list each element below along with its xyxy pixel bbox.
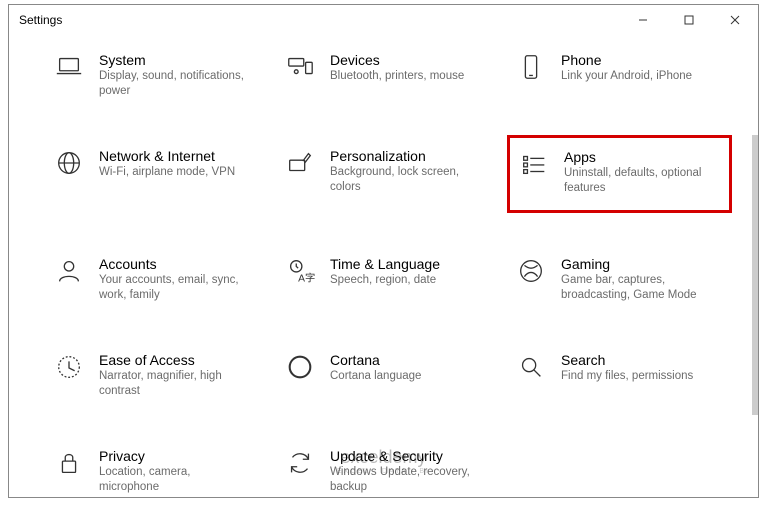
tile-network[interactable]: Network & Internet Wi-Fi, airplane mode,…	[45, 141, 260, 213]
tile-title: Privacy	[99, 447, 252, 465]
tile-title: Network & Internet	[99, 147, 235, 165]
tile-apps[interactable]: Apps Uninstall, defaults, optional featu…	[507, 135, 732, 213]
tile-desc: Windows Update, recovery, backup	[330, 465, 483, 495]
tile-accounts[interactable]: Accounts Your accounts, email, sync, wor…	[45, 249, 260, 309]
empty-cell	[507, 441, 732, 497]
tile-desc: Speech, region, date	[330, 273, 440, 288]
tile-title: Ease of Access	[99, 351, 252, 369]
maximize-button[interactable]	[666, 5, 712, 35]
tile-search[interactable]: Search Find my files, permissions	[507, 345, 722, 405]
person-icon	[53, 255, 85, 287]
tile-desc: Display, sound, notifications, power	[99, 69, 252, 99]
tile-personalization[interactable]: Personalization Background, lock screen,…	[276, 141, 491, 213]
list-icon	[518, 148, 550, 180]
tile-cortana[interactable]: Cortana Cortana language	[276, 345, 491, 405]
cortana-icon	[284, 351, 316, 383]
paint-icon	[284, 147, 316, 179]
tile-desc: Wi-Fi, airplane mode, VPN	[99, 165, 235, 180]
ease-of-access-icon	[53, 351, 85, 383]
tile-desc: Find my files, permissions	[561, 369, 693, 384]
tile-desc: Bluetooth, printers, mouse	[330, 69, 464, 84]
tile-privacy[interactable]: Privacy Location, camera, microphone	[45, 441, 260, 497]
tile-title: Cortana	[330, 351, 421, 369]
tile-title: Search	[561, 351, 693, 369]
tile-desc: Location, camera, microphone	[99, 465, 252, 495]
window-title: Settings	[19, 13, 62, 27]
tile-title: Devices	[330, 51, 464, 69]
tile-desc: Game bar, captures, broadcasting, Game M…	[561, 273, 714, 303]
tile-title: Accounts	[99, 255, 252, 273]
tile-gaming[interactable]: Gaming Game bar, captures, broadcasting,…	[507, 249, 722, 309]
time-language-icon: A字	[284, 255, 316, 287]
tile-phone[interactable]: Phone Link your Android, iPhone	[507, 45, 722, 105]
settings-content: System Display, sound, notifications, po…	[9, 35, 758, 497]
tile-update[interactable]: Update & Security Windows Update, recove…	[276, 441, 491, 497]
settings-grid: System Display, sound, notifications, po…	[45, 45, 728, 497]
search-icon	[515, 351, 547, 383]
xbox-icon	[515, 255, 547, 287]
tile-ease[interactable]: Ease of Access Narrator, magnifier, high…	[45, 345, 260, 405]
settings-window: Settings System Display, sound, notifica…	[8, 4, 759, 498]
svg-text:A字: A字	[298, 271, 315, 284]
tile-title: Apps	[564, 148, 719, 166]
tile-desc: Uninstall, defaults, optional features	[564, 166, 719, 196]
tile-time[interactable]: A字 Time & Language Speech, region, date	[276, 249, 491, 309]
tile-title: Gaming	[561, 255, 714, 273]
close-button[interactable]	[712, 5, 758, 35]
sync-icon	[284, 447, 316, 479]
globe-icon	[53, 147, 85, 179]
tile-title: Personalization	[330, 147, 483, 165]
tile-title: Phone	[561, 51, 692, 69]
tile-title: Time & Language	[330, 255, 440, 273]
lock-icon	[53, 447, 85, 479]
tile-desc: Link your Android, iPhone	[561, 69, 692, 84]
tile-devices[interactable]: Devices Bluetooth, printers, mouse	[276, 45, 491, 105]
tile-system[interactable]: System Display, sound, notifications, po…	[45, 45, 260, 105]
phone-icon	[515, 51, 547, 83]
scrollbar[interactable]	[752, 135, 758, 415]
devices-icon	[284, 51, 316, 83]
titlebar: Settings	[9, 5, 758, 35]
tile-title: System	[99, 51, 252, 69]
tile-desc: Narrator, magnifier, high contrast	[99, 369, 252, 399]
laptop-icon	[53, 51, 85, 83]
tile-desc: Cortana language	[330, 369, 421, 384]
tile-desc: Your accounts, email, sync, work, family	[99, 273, 252, 303]
tile-title: Update & Security	[330, 447, 483, 465]
tile-desc: Background, lock screen, colors	[330, 165, 483, 195]
minimize-button[interactable]	[620, 5, 666, 35]
window-controls	[620, 5, 758, 35]
